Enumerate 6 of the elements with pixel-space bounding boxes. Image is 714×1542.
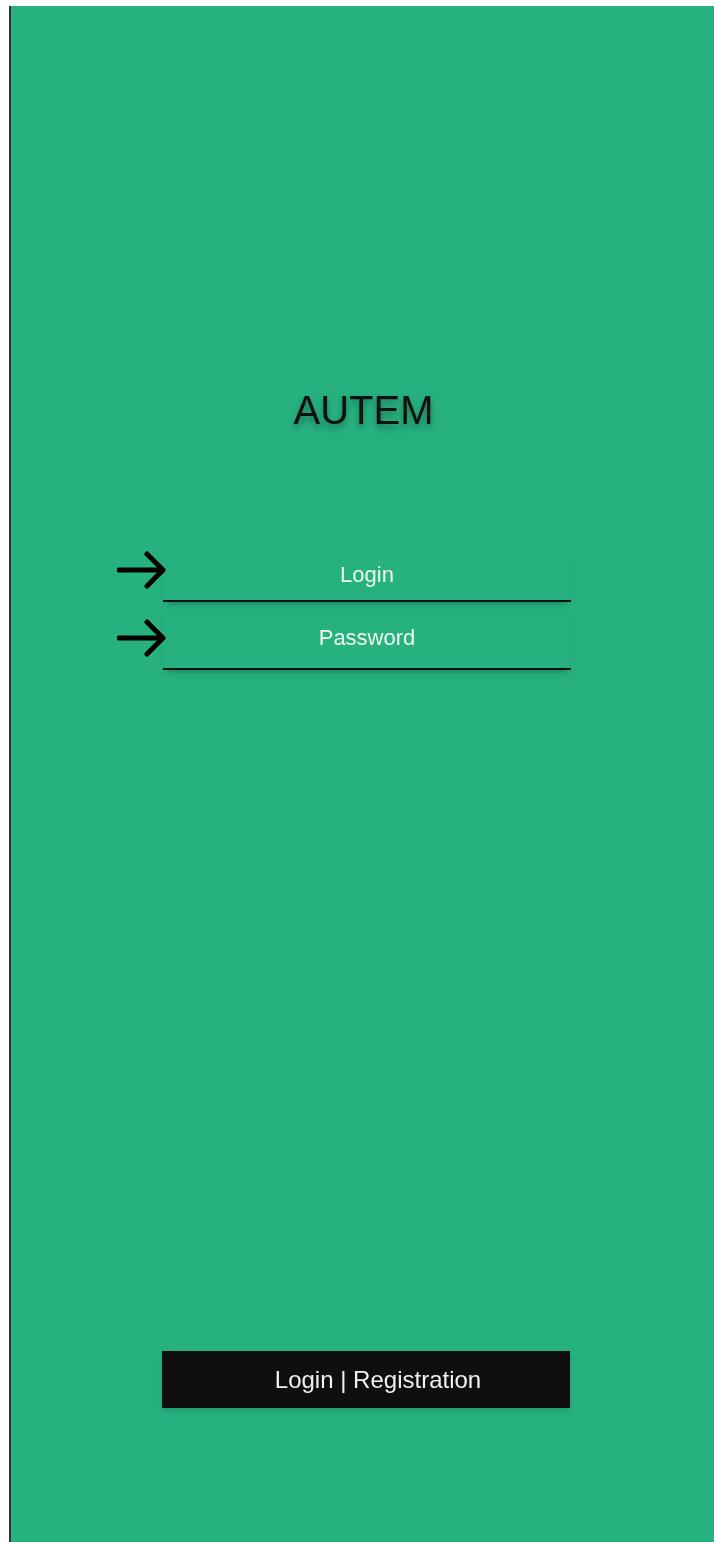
text-field[interactable]: Password: [163, 608, 571, 670]
login-registration-button[interactable]: Login | Registration: [162, 1351, 570, 1408]
arrow-icon: [117, 618, 167, 658]
app-title: AUTEM: [293, 387, 434, 434]
text-field[interactable]: Login: [163, 550, 571, 602]
arrow-icon: [117, 550, 167, 590]
